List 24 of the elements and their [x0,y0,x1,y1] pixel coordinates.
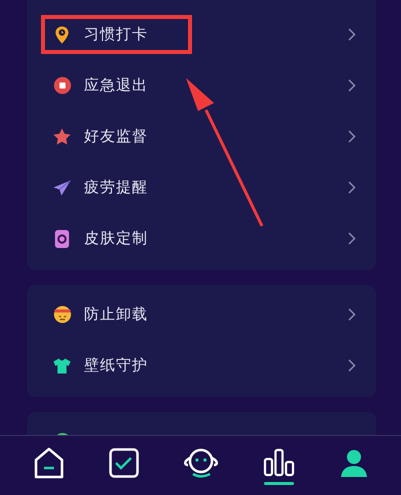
menu-item-label[interactable]: 好友监督 [84,127,148,146]
menu-item-label[interactable]: 皮肤定制 [84,229,148,248]
chevron-right-icon [348,79,356,92]
chevron-right-icon [348,130,356,143]
stop-icon [54,77,70,94]
checkbox-icon[interactable] [108,448,138,478]
location-pin-icon [55,26,69,44]
chevron-right-icon [348,28,356,41]
menu-item-label[interactable]: 习惯打卡 [84,25,148,44]
menu-item-label[interactable]: 疲劳提醒 [84,178,148,197]
planet-face-icon[interactable] [182,446,220,478]
menu-item-label[interactable]: 应急退出 [84,76,148,95]
theme-card-icon [55,230,69,248]
star-icon [53,128,71,145]
t-shirt-icon [53,358,71,374]
chevron-right-icon [348,181,356,194]
chevron-right-icon [348,359,356,372]
chevron-right-icon [348,308,356,321]
menu-item-label[interactable]: 防止卸载 [84,305,148,324]
angry-face-icon [54,306,70,323]
paper-plane-icon [53,180,71,196]
menu-item-label[interactable]: 壁纸守护 [84,356,148,375]
chevron-right-icon [348,232,356,245]
bar-chart-icon[interactable] [262,446,294,478]
